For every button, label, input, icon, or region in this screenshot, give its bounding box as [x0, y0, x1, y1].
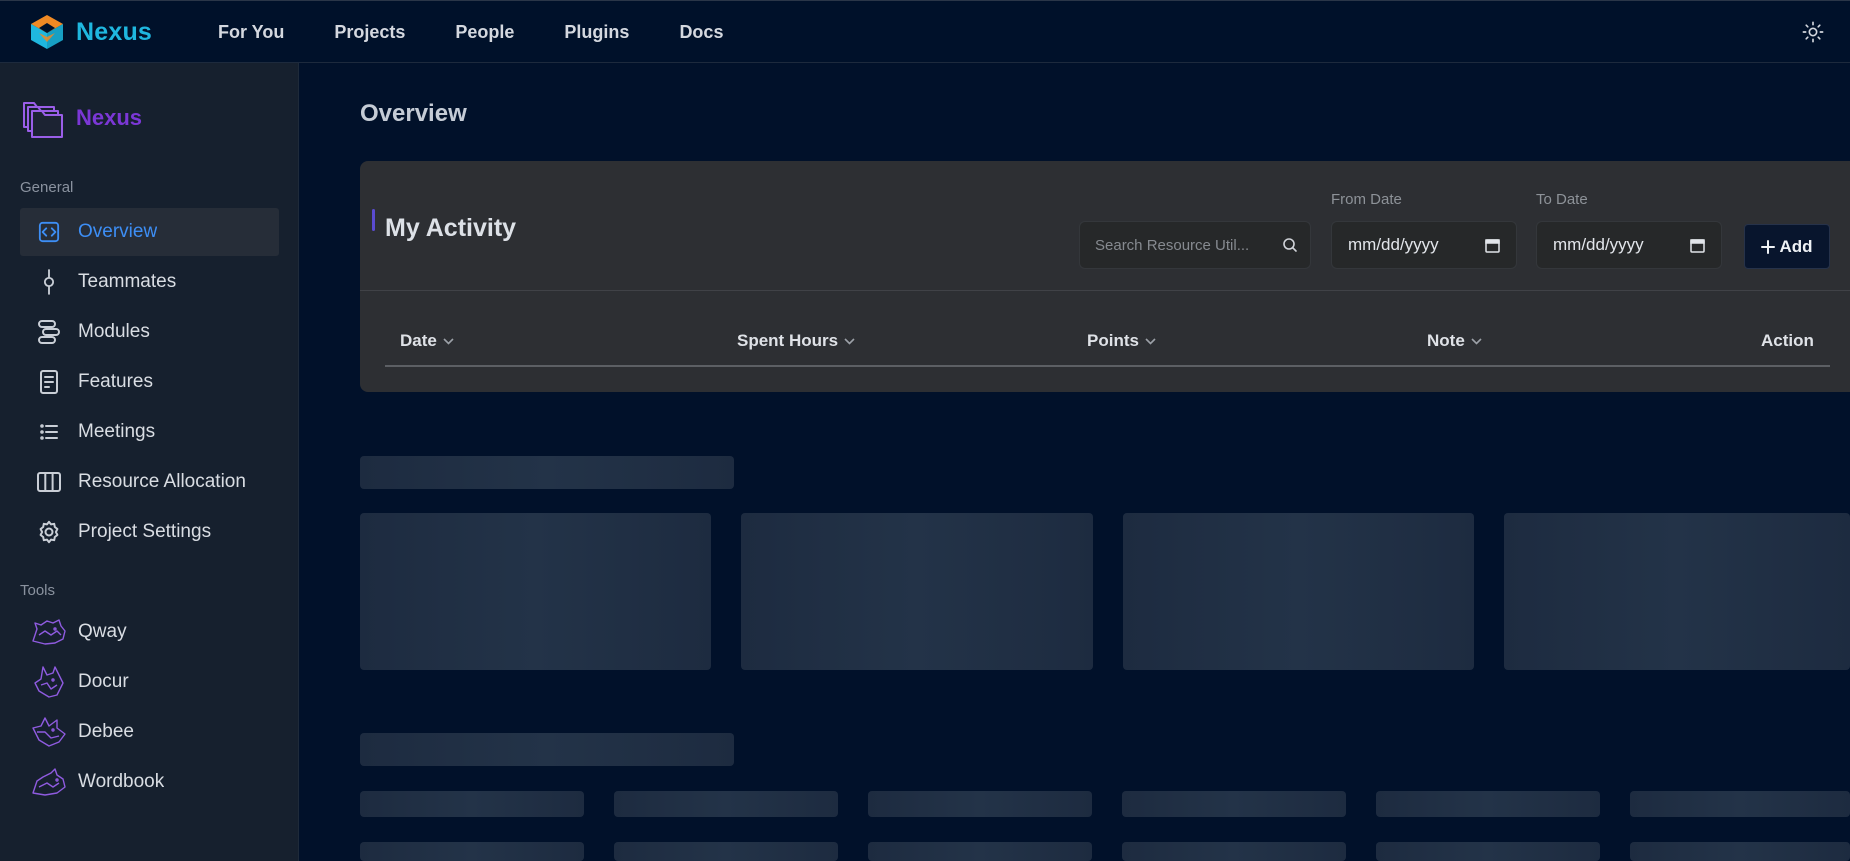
- nav-projects[interactable]: Projects: [334, 22, 405, 43]
- calendar-icon[interactable]: [1485, 238, 1500, 253]
- sidebar-item-label: Qway: [78, 621, 127, 642]
- sidebar-item-features[interactable]: Features: [20, 358, 279, 406]
- general-label: General: [20, 179, 74, 196]
- sun-icon[interactable]: [1802, 21, 1824, 43]
- skeleton-cell: [1630, 791, 1850, 817]
- nav-people[interactable]: People: [455, 22, 514, 43]
- plus-icon: [1761, 239, 1776, 254]
- brand-logo[interactable]: Nexus: [28, 13, 152, 51]
- sidebar-item-label: Resource Allocation: [78, 471, 246, 492]
- nav-docs[interactable]: Docs: [679, 22, 723, 43]
- gear-icon: [39, 520, 59, 544]
- skeleton-cell: [868, 791, 1092, 817]
- bear-icon: [32, 619, 66, 645]
- skeleton-heading: [360, 733, 734, 766]
- table-header: Date Spent Hours Points Note Action: [385, 331, 1830, 367]
- divider: [360, 290, 1850, 291]
- commit-icon: [43, 269, 55, 295]
- nav-for-you[interactable]: For You: [218, 22, 284, 43]
- skeleton-card: [1123, 513, 1474, 670]
- code-icon: [38, 221, 60, 243]
- wolf-icon: [32, 717, 66, 747]
- sidebar-item-overview[interactable]: Overview: [20, 208, 279, 256]
- skeleton-cell: [614, 791, 838, 817]
- sidebar-item-label: Meetings: [78, 421, 156, 442]
- chevron-down-icon: [1145, 337, 1156, 345]
- add-button-label: Add: [1779, 236, 1813, 256]
- sidebar-item-qway[interactable]: Qway: [20, 608, 279, 656]
- tools-label: Tools: [20, 582, 56, 599]
- calendar-icon[interactable]: [1690, 238, 1705, 253]
- add-button[interactable]: Add: [1744, 224, 1830, 269]
- sidebar-item-label: Wordbook: [78, 771, 165, 792]
- skeleton-cell: [1376, 842, 1600, 861]
- sidebar-item-label: Project Settings: [78, 521, 212, 542]
- sidebar-item-resource-allocation[interactable]: Resource Allocation: [20, 458, 279, 506]
- from-date-value: mm/dd/yyyy: [1348, 235, 1439, 254]
- dog-icon: [34, 666, 64, 698]
- sidebar-item-wordbook[interactable]: Wordbook: [20, 758, 279, 806]
- skeleton-cell: [1122, 791, 1346, 817]
- chevron-down-icon: [844, 337, 855, 345]
- skeleton-cell: [1376, 791, 1600, 817]
- card-title: My Activity: [385, 214, 517, 242]
- brand-name: Nexus: [76, 17, 153, 46]
- skeleton-card: [741, 513, 1093, 670]
- skeleton-cell: [360, 791, 584, 817]
- sidebar-item-project-settings[interactable]: Project Settings: [20, 508, 279, 556]
- sidebar-item-modules[interactable]: Modules: [20, 308, 279, 356]
- to-date-value: mm/dd/yyyy: [1553, 235, 1644, 254]
- to-date-label: To Date: [1536, 191, 1588, 208]
- top-nav: For You Projects People Plugins Docs: [218, 1, 723, 63]
- page-title: Overview: [360, 100, 467, 127]
- to-date-input[interactable]: mm/dd/yyyy: [1536, 221, 1722, 269]
- modules-icon: [38, 320, 60, 344]
- top-navbar: Nexus For You Projects People Plugins Do…: [0, 0, 1850, 63]
- folder-icon: [23, 102, 63, 138]
- skeleton-heading: [360, 456, 734, 489]
- skeleton-card: [1504, 513, 1850, 670]
- sidebar-item-label: Teammates: [78, 271, 177, 292]
- sidebar-item-label: Modules: [78, 321, 150, 342]
- search-box: [1079, 221, 1311, 269]
- my-activity-card: My Activity From Date mm/dd/yyyy To Date…: [360, 161, 1850, 392]
- project-name: Nexus: [76, 105, 143, 130]
- sidebar-item-label: Debee: [78, 721, 134, 742]
- nav-plugins[interactable]: Plugins: [564, 22, 629, 43]
- fox-icon: [32, 768, 66, 796]
- sidebar-item-debee[interactable]: Debee: [20, 708, 279, 756]
- chevron-down-icon: [443, 337, 454, 345]
- sidebar-item-label: Features: [78, 371, 153, 392]
- sidebar-item-teammates[interactable]: Teammates: [20, 258, 279, 306]
- sidebar: Nexus General Overview Teammates Modules: [0, 63, 299, 861]
- sidebar-item-label: Overview: [78, 221, 158, 242]
- skeleton-card: [360, 513, 711, 670]
- skeleton-cell: [360, 842, 584, 861]
- sidebar-item-meetings[interactable]: Meetings: [20, 408, 279, 456]
- sidebar-item-docur[interactable]: Docur: [20, 658, 279, 706]
- project-header[interactable]: Nexus: [22, 97, 142, 139]
- columns-icon: [37, 472, 61, 492]
- list-icon: [40, 424, 58, 440]
- column-header-spent-hours[interactable]: Spent Hours: [737, 331, 855, 351]
- from-date-label: From Date: [1331, 191, 1402, 208]
- title-accent-bar: [372, 209, 375, 231]
- column-header-action: Action: [1761, 331, 1814, 350]
- sidebar-item-label: Docur: [78, 671, 129, 692]
- search-input[interactable]: [1095, 236, 1275, 254]
- nexus-logo-icon: [31, 15, 63, 49]
- chevron-down-icon: [1471, 337, 1482, 345]
- skeleton-cell: [1122, 842, 1346, 861]
- column-header-note[interactable]: Note: [1427, 331, 1482, 351]
- document-icon: [40, 370, 58, 394]
- search-icon[interactable]: [1282, 237, 1298, 253]
- column-header-points[interactable]: Points: [1087, 331, 1156, 351]
- column-header-date[interactable]: Date: [400, 331, 454, 351]
- skeleton-cell: [1630, 842, 1850, 861]
- skeleton-cell: [614, 842, 838, 861]
- from-date-input[interactable]: mm/dd/yyyy: [1331, 221, 1517, 269]
- skeleton-cell: [868, 842, 1092, 861]
